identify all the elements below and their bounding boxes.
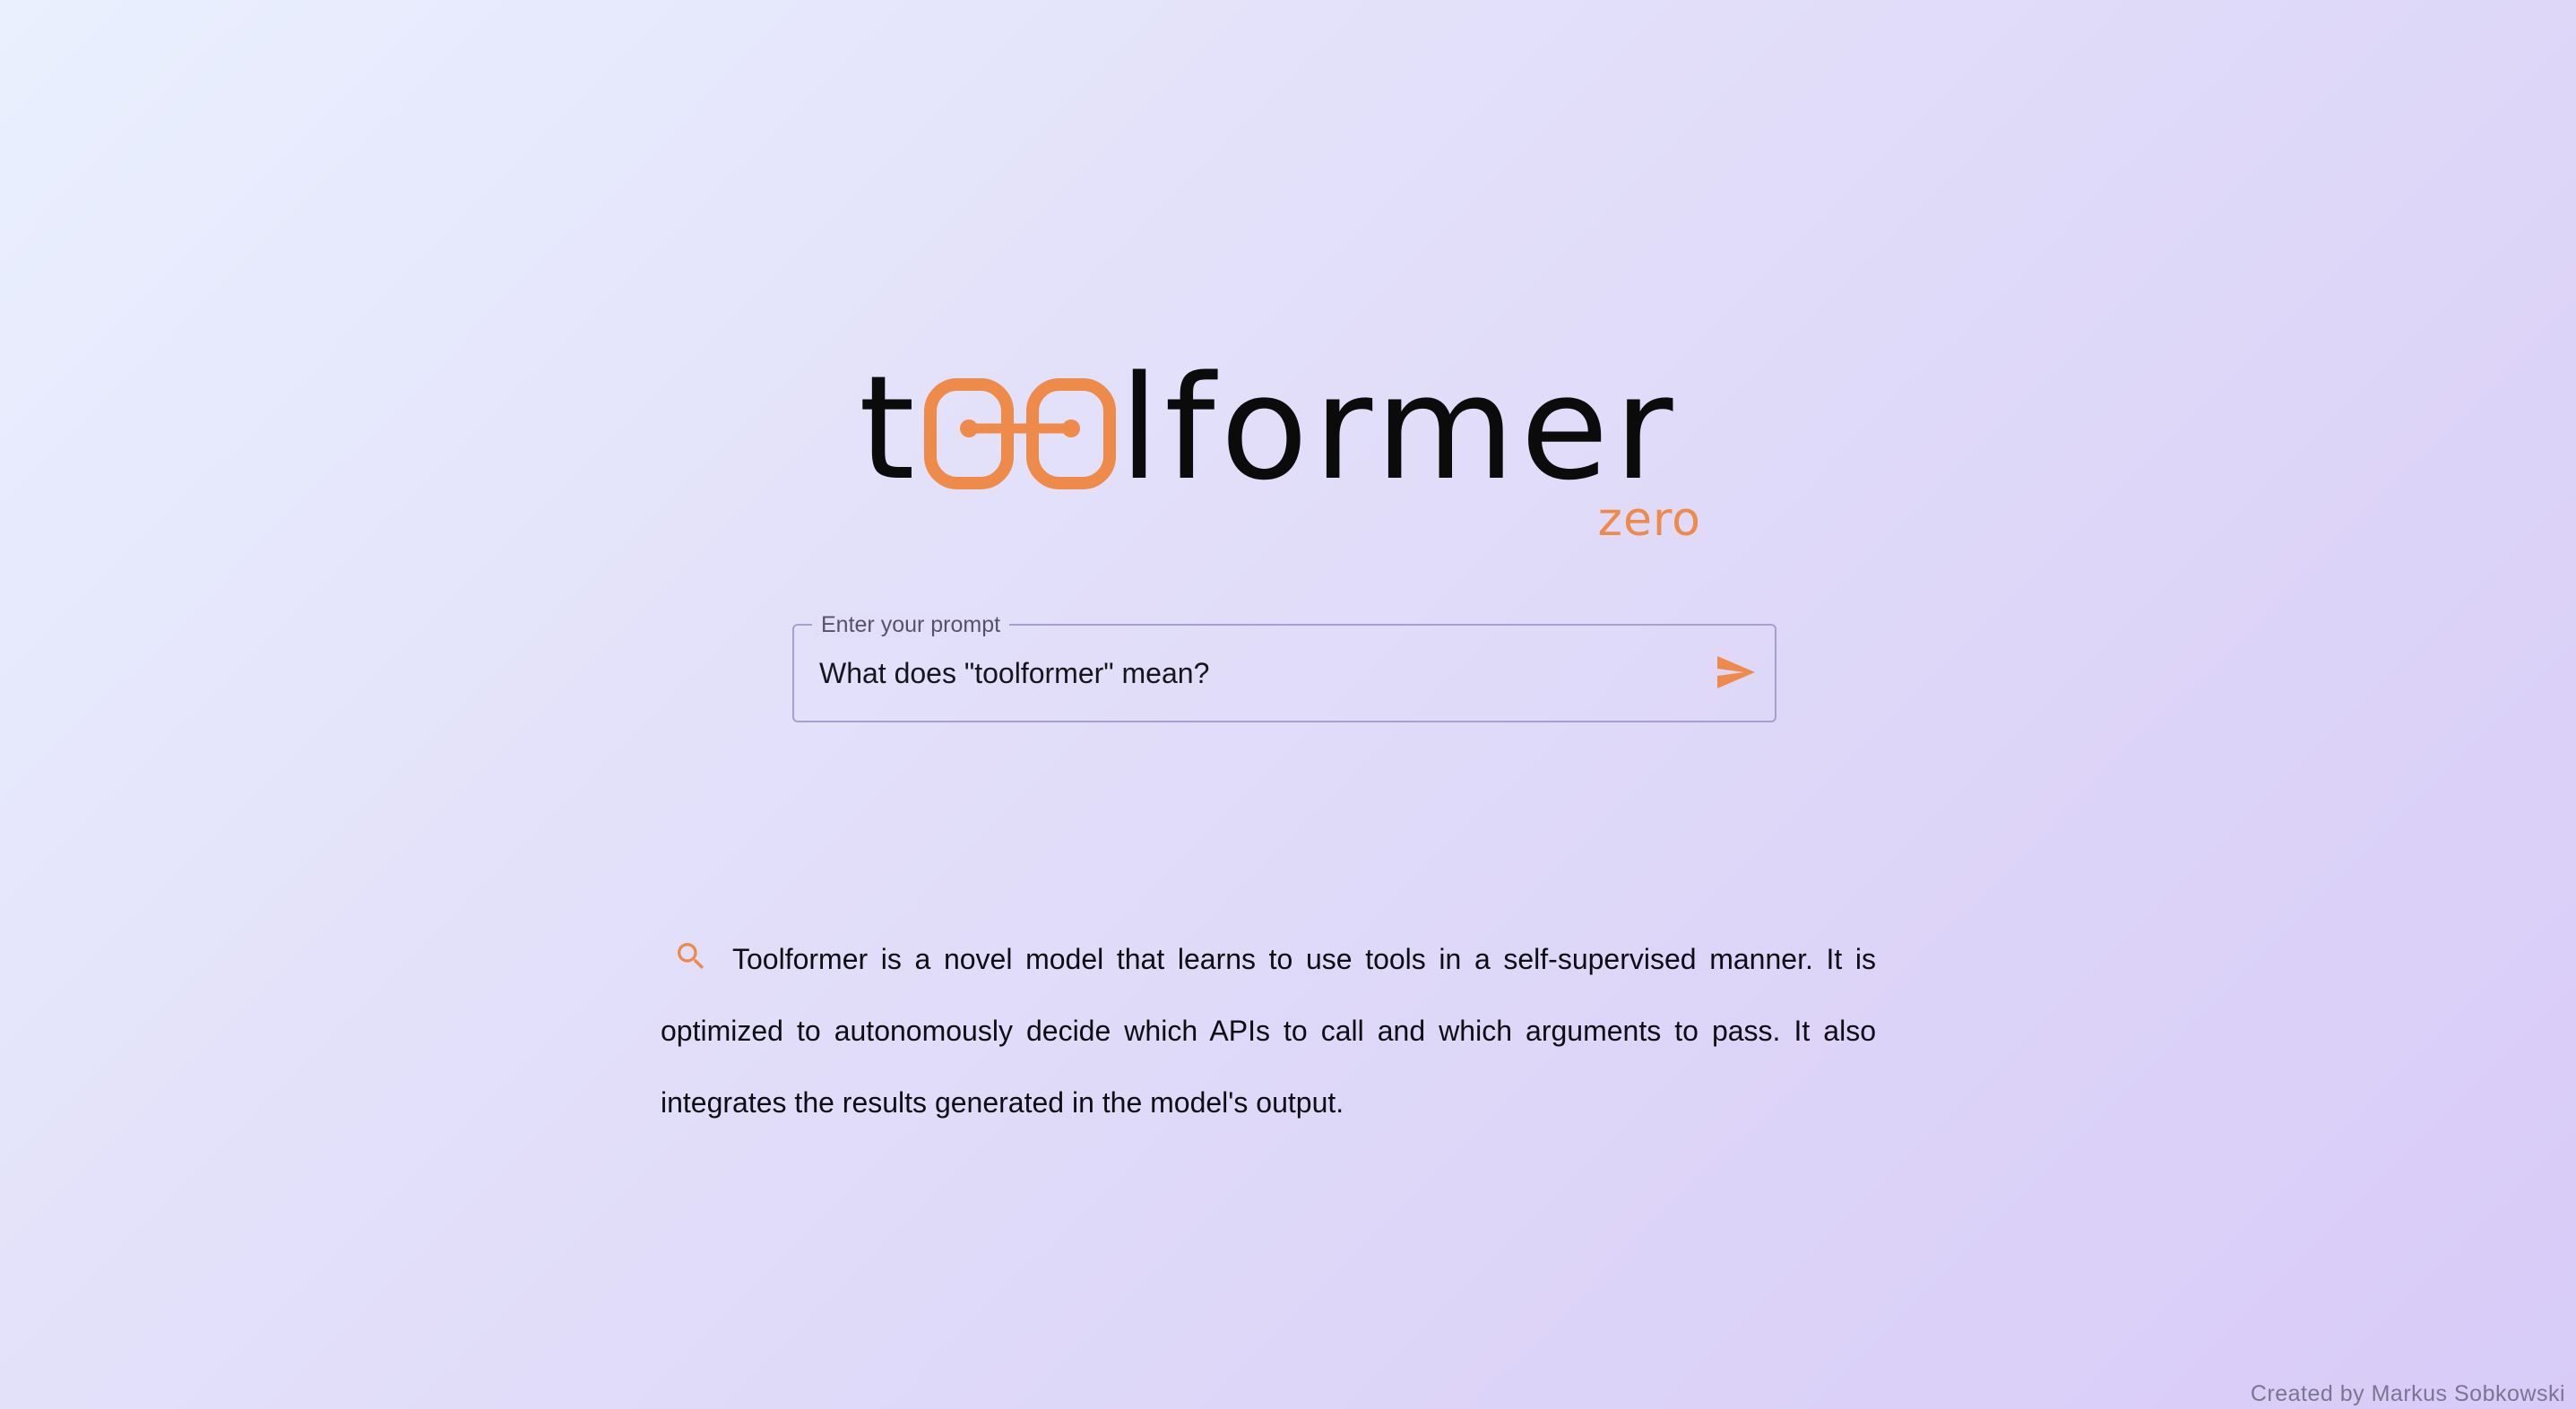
logo-subtitle: zero	[1597, 493, 1701, 547]
send-icon	[1717, 656, 1755, 688]
prompt-field: Enter your prompt	[792, 611, 1776, 722]
answer: Toolformer is a novel model that learns …	[661, 923, 1876, 1138]
send-button[interactable]	[1710, 651, 1760, 694]
logo: t lformer zero	[859, 357, 1701, 548]
footer-credit: Created by Markus Sobkowski	[2250, 1381, 2565, 1406]
prompt-input[interactable]	[819, 626, 1680, 721]
search-icon	[673, 929, 709, 970]
logo-prefix: t	[859, 344, 921, 512]
logo-wordmark: t lformer	[859, 357, 1678, 500]
answer-text: Toolformer is a novel model that learns …	[661, 943, 1876, 1119]
logo-suffix: lformer	[1119, 344, 1679, 512]
linked-oo-icon	[923, 378, 1116, 489]
